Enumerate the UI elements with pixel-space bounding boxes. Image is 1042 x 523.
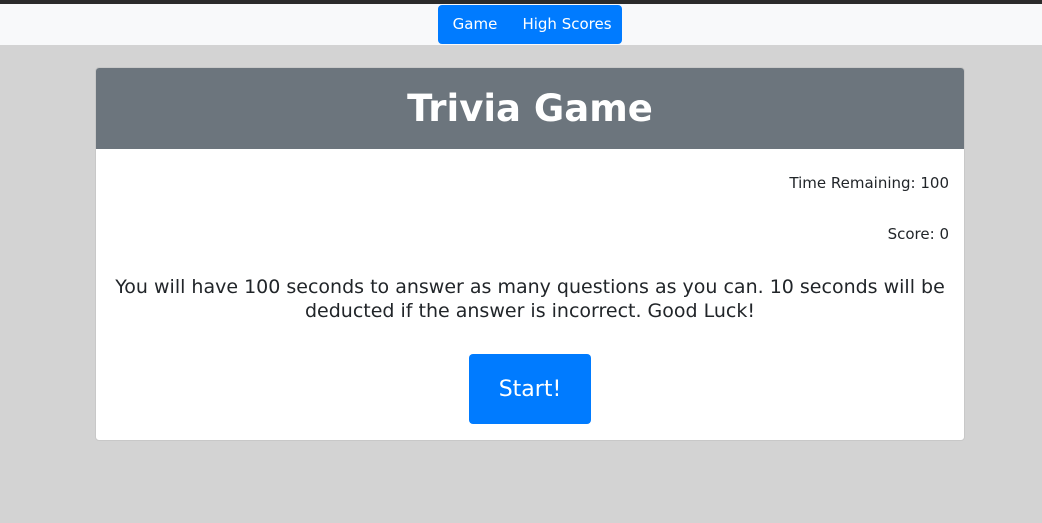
start-button[interactable]: Start! <box>469 354 591 424</box>
game-nav-button[interactable]: Game <box>438 5 512 44</box>
high-scores-nav-button[interactable]: High Scores <box>512 5 622 44</box>
instructions-text: You will have 100 seconds to answer as m… <box>115 276 945 322</box>
navbar: Game High Scores <box>0 4 1042 45</box>
time-remaining-label: Time Remaining: 100 <box>789 174 949 192</box>
game-card: Trivia Game Time Remaining: 100 Score: 0… <box>95 67 965 441</box>
card-header: Trivia Game <box>96 68 964 149</box>
score-label: Score: 0 <box>887 225 949 243</box>
page-title: Trivia Game <box>407 87 653 130</box>
